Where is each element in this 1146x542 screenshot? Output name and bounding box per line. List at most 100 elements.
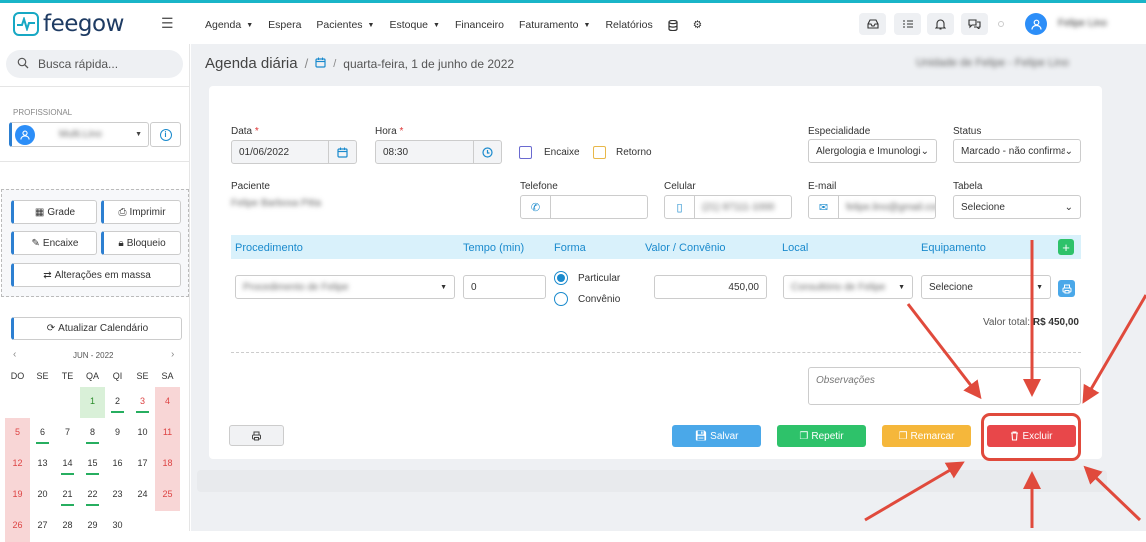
table-select[interactable]: Selecione ⌄ xyxy=(953,195,1081,219)
calendar-day[interactable]: 28 xyxy=(55,511,80,542)
calendar-day[interactable]: 29 xyxy=(80,511,105,542)
calendar-day-number: 29 xyxy=(87,520,98,530)
nav-faturamento[interactable]: Faturamento ▼ xyxy=(519,19,590,31)
calendar-day[interactable]: 9 xyxy=(105,418,130,449)
add-procedure-plus-icon[interactable]: + xyxy=(1058,239,1074,255)
calendar-day[interactable]: 17 xyxy=(130,449,155,480)
encaixe-checkbox[interactable] xyxy=(519,146,532,159)
calendar-next-icon[interactable]: › xyxy=(171,349,174,360)
print-button[interactable]: ⎙ Imprimir xyxy=(101,200,181,224)
highlight-box xyxy=(981,413,1081,461)
calendar-day[interactable]: 16 xyxy=(105,449,130,480)
block-button[interactable]: 🔒︎ Bloqueio xyxy=(101,231,181,255)
status-select[interactable]: Marcado - não confirmado⌄ xyxy=(953,139,1081,163)
duration-input[interactable]: 0 xyxy=(463,275,546,299)
specialty-select[interactable]: Alergologia e Imunologia ⌄ xyxy=(808,139,937,163)
professional-select[interactable]: Multi.Lino ▼ xyxy=(9,122,149,147)
settings-gear-icon[interactable]: ⚙ xyxy=(693,19,702,31)
calendar-day[interactable]: 2 xyxy=(105,387,130,418)
procedure-select[interactable]: Procedimento de Felipe ▼ xyxy=(235,275,455,299)
calendar-day[interactable]: 6 xyxy=(30,418,55,449)
nav-pacientes[interactable]: Pacientes ▼ xyxy=(316,19,374,31)
calendar-day[interactable]: 25 xyxy=(155,480,180,511)
calendar-day[interactable]: 23 xyxy=(105,480,130,511)
feegow-logo[interactable]: feegow xyxy=(13,10,124,38)
menu-toggle-icon[interactable]: ☰ xyxy=(161,15,174,32)
nav-espera[interactable]: Espera xyxy=(268,19,301,31)
unit-name: Unidade de Felipe - Felipe Lino xyxy=(916,57,1069,69)
professional-info-button[interactable]: i xyxy=(150,122,181,147)
particular-radio[interactable] xyxy=(554,271,568,285)
mobile-input[interactable]: (21) 97111-1000 xyxy=(694,195,792,219)
calendar-day[interactable]: 22 xyxy=(80,480,105,511)
total-value: Valor total: R$ 450,00 xyxy=(983,317,1079,328)
encaixe-button[interactable]: ✎ Encaixe xyxy=(11,231,97,255)
grade-button[interactable]: ▦ Grade xyxy=(11,200,97,224)
calendar-day[interactable]: 19 xyxy=(5,480,30,511)
label-text: Data xyxy=(231,126,253,137)
calendar-day[interactable]: 11 xyxy=(155,418,180,449)
calendar-empty-cell xyxy=(5,387,30,418)
user-name[interactable]: Felipe Lino xyxy=(1058,18,1107,29)
chat-icon[interactable] xyxy=(961,13,988,35)
convenio-radio[interactable] xyxy=(554,292,568,306)
repeat-button[interactable]: ❐ Repetir xyxy=(777,425,866,447)
refresh-calendar-button[interactable]: ⟳ Atualizar Calendário xyxy=(11,317,182,340)
user-avatar[interactable] xyxy=(1025,13,1047,35)
notification-bell-icon[interactable] xyxy=(927,13,954,35)
value-input[interactable]: 450,00 xyxy=(654,275,767,299)
patient-name[interactable]: Felipe Barbosa Pitta xyxy=(231,198,321,209)
calendar-day[interactable]: 13 xyxy=(30,449,55,480)
date-input[interactable]: 01/06/2022 xyxy=(231,140,329,164)
nav-agenda[interactable]: Agenda ▼ xyxy=(205,19,253,31)
calendar-day[interactable]: 12 xyxy=(5,449,30,480)
nav-estoque[interactable]: Estoque ▼ xyxy=(389,19,439,31)
observations-textarea[interactable]: Observações xyxy=(808,367,1081,405)
task-list-icon[interactable] xyxy=(894,13,921,35)
clock-icon[interactable] xyxy=(473,140,502,164)
email-input[interactable]: felipe.lino@gmail.com xyxy=(838,195,936,219)
calendar-day[interactable]: 24 xyxy=(130,480,155,511)
nav-financeiro[interactable]: Financeiro xyxy=(455,19,504,31)
calendar-day[interactable]: 21 xyxy=(55,480,80,511)
calendar-day[interactable]: 18 xyxy=(155,449,180,480)
calendar-prev-icon[interactable]: ‹ xyxy=(13,349,16,360)
calendar-day[interactable]: 15 xyxy=(80,449,105,480)
calendar-day[interactable]: 26 xyxy=(5,511,30,542)
calendar-day[interactable]: 30 xyxy=(105,511,130,542)
caret-down-icon: ▼ xyxy=(898,283,905,291)
save-button[interactable]: 💾︎ Salvar xyxy=(672,425,761,447)
equipment-printer-icon[interactable] xyxy=(1058,280,1075,297)
calendar-empty-cell xyxy=(130,511,155,542)
email-label: E-mail xyxy=(808,181,837,192)
status-dot-icon xyxy=(998,21,1004,27)
print-appointment-button[interactable] xyxy=(229,425,284,446)
observations-placeholder: Observações xyxy=(816,375,875,386)
inbox-icon[interactable] xyxy=(859,13,886,35)
time-input[interactable]: 08:30 xyxy=(375,140,474,164)
swap-arrows-icon: ⇄ xyxy=(43,269,52,281)
equipment-select[interactable]: Selecione ▼ xyxy=(921,275,1051,299)
calendar-day[interactable]: 10 xyxy=(130,418,155,449)
calendar-picker-icon[interactable] xyxy=(328,140,357,164)
calendar-day[interactable]: 5 xyxy=(5,418,30,449)
bulk-changes-button[interactable]: ⇄ Alterações em massa xyxy=(11,263,181,287)
database-icon[interactable] xyxy=(668,19,678,31)
calendar-day[interactable]: 27 xyxy=(30,511,55,542)
printer-icon: ⎙ xyxy=(118,206,127,218)
location-select[interactable]: Consultório de Felipe ▼ xyxy=(783,275,913,299)
calendar-day[interactable]: 20 xyxy=(30,480,55,511)
calendar-day[interactable]: 7 xyxy=(55,418,80,449)
nav-relatorios[interactable]: Relatórios xyxy=(605,19,652,31)
retorno-checkbox[interactable] xyxy=(593,146,606,159)
calendar-day[interactable]: 1 xyxy=(80,387,105,418)
calendar-day-number: 8 xyxy=(89,427,95,437)
calendar-day[interactable]: 8 xyxy=(80,418,105,449)
select-value: Alergologia e Imunologia xyxy=(816,145,921,157)
calendar-day[interactable]: 4 xyxy=(155,387,180,418)
quick-search[interactable]: Busca rápida... xyxy=(6,50,183,78)
calendar-day[interactable]: 3 xyxy=(130,387,155,418)
phone-input[interactable] xyxy=(550,195,648,219)
calendar-day[interactable]: 14 xyxy=(55,449,80,480)
reschedule-button[interactable]: ❐ Remarcar xyxy=(882,425,971,447)
